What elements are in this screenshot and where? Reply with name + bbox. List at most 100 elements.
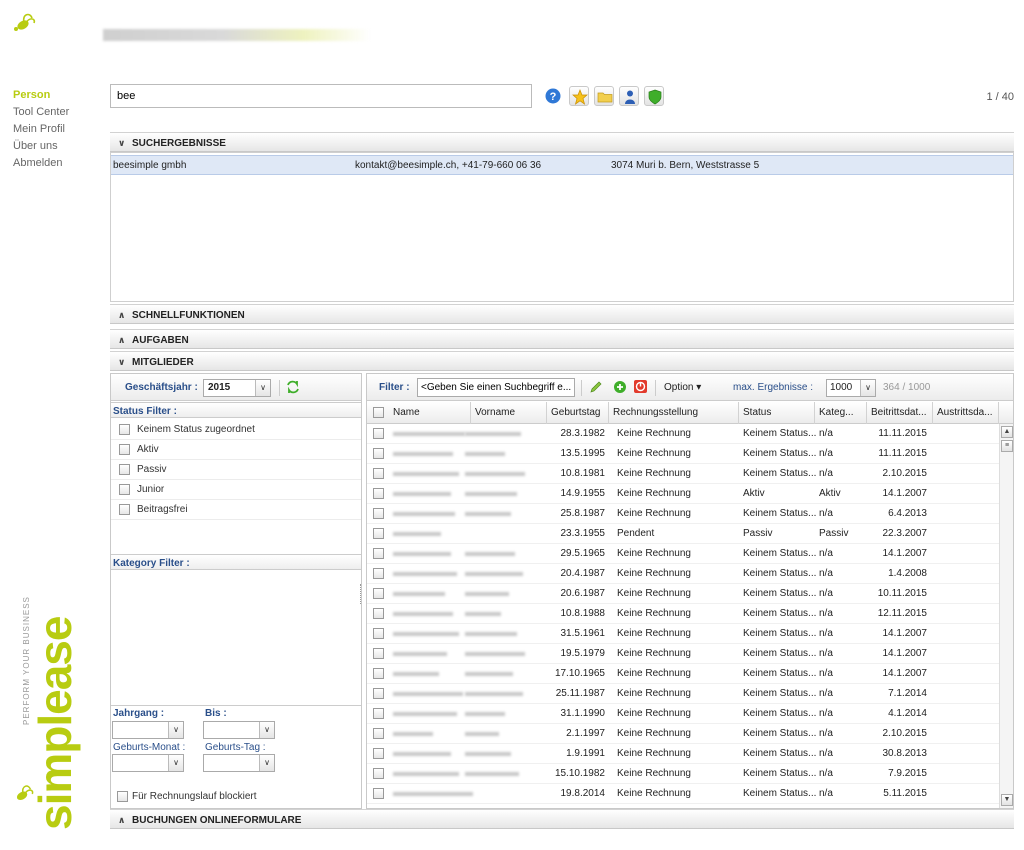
row-checkbox[interactable] xyxy=(373,648,384,659)
result-contact: kontakt@beesimple.ch, +41-79-660 06 36 xyxy=(355,160,542,171)
cell-status: Keinem Status... xyxy=(743,588,817,599)
option-menu[interactable]: Option ▾ xyxy=(664,382,701,393)
status-option[interactable]: Junior xyxy=(111,480,361,500)
checkbox[interactable] xyxy=(119,424,130,435)
select-all-checkbox[interactable] xyxy=(373,407,384,418)
geburts-tag-select[interactable]: ∨ xyxy=(203,754,275,772)
row-checkbox[interactable] xyxy=(373,728,384,739)
checkbox[interactable] xyxy=(119,504,130,515)
folder-icon[interactable] xyxy=(594,86,614,106)
row-checkbox[interactable] xyxy=(373,748,384,759)
max-results-select[interactable]: 1000 ∨ xyxy=(826,379,876,397)
checkbox[interactable] xyxy=(119,444,130,455)
table-row[interactable]: 31.5.1961 Keine Rechnung Keinem Status... n… xyxy=(367,624,999,644)
search-input[interactable] xyxy=(110,84,532,108)
star-icon[interactable] xyxy=(569,86,589,106)
row-checkbox[interactable] xyxy=(373,428,384,439)
table-row[interactable]: 1.9.1991 Keine Rechnung Keinem Status... n/… xyxy=(367,744,999,764)
table-row[interactable]: 29.5.1965 Keine Rechnung Keinem Status... n… xyxy=(367,544,999,564)
panel-schnellfunktionen[interactable]: ∧ SCHNELLFUNKTIONEN xyxy=(110,304,1014,324)
column-header-kategorie[interactable]: Kateg... xyxy=(815,402,867,424)
column-header-beitrittsdatum[interactable]: Beitrittsdat... xyxy=(867,402,933,424)
nav-item-person[interactable]: Person xyxy=(13,88,69,103)
blocked-checkbox[interactable] xyxy=(117,791,128,802)
table-row[interactable]: 25.11.1987 Keine Rechnung Keinem Status...… xyxy=(367,684,999,704)
person-icon[interactable] xyxy=(619,86,639,106)
row-checkbox[interactable] xyxy=(373,488,384,499)
scroll-up-icon[interactable]: ▲ xyxy=(1001,426,1013,438)
cell-status: Keinem Status... xyxy=(743,768,817,779)
redacted-name xyxy=(393,492,451,496)
column-header-austrittsdatum[interactable]: Austrittsda... xyxy=(933,402,999,424)
filter-input[interactable] xyxy=(417,378,575,397)
cell-rechnungsstellung: Keine Rechnung xyxy=(617,648,691,659)
table-scrollbar[interactable]: ▲ ≡ ▼ xyxy=(999,424,1013,808)
search-result-row[interactable]: beesimple gmbh kontakt@beesimple.ch, +41… xyxy=(111,155,1013,175)
cell-kategorie: Aktiv xyxy=(819,488,841,499)
nav-item-tool-center[interactable]: Tool Center xyxy=(13,105,69,120)
panel-aufgaben[interactable]: ∧ AUFGABEN xyxy=(110,329,1014,349)
row-checkbox[interactable] xyxy=(373,588,384,599)
table-row[interactable]: 20.6.1987 Keine Rechnung Keinem Status... n… xyxy=(367,584,999,604)
refresh-icon[interactable] xyxy=(286,380,300,397)
table-row[interactable]: 14.9.1955 Keine Rechnung Aktiv Aktiv 14.1.20… xyxy=(367,484,999,504)
nav-item-abmelden[interactable]: Abmelden xyxy=(13,156,69,171)
row-checkbox[interactable] xyxy=(373,568,384,579)
table-row[interactable]: 19.5.1979 Keine Rechnung Keinem Status... n… xyxy=(367,644,999,664)
panel-buchungen-onlineformulare[interactable]: ∧ BUCHUNGEN ONLINEFORMULARE xyxy=(110,809,1014,829)
nav-item-mein-profil[interactable]: Mein Profil xyxy=(13,122,69,137)
status-option[interactable]: Keinem Status zugeordnet xyxy=(111,420,361,440)
table-row[interactable]: 13.5.1995 Keine Rechnung Keinem Status... n… xyxy=(367,444,999,464)
table-row[interactable]: 15.10.1982 Keine Rechnung Keinem Status...… xyxy=(367,764,999,784)
row-checkbox[interactable] xyxy=(373,548,384,559)
table-row[interactable]: 23.3.1955 Pendent Passiv Passiv 22.3.2007 xyxy=(367,524,999,544)
jahrgang-select[interactable]: ∨ xyxy=(112,721,184,739)
geburts-monat-select[interactable]: ∨ xyxy=(112,754,184,772)
checkbox[interactable] xyxy=(119,484,130,495)
shield-icon[interactable] xyxy=(644,86,664,106)
column-header-rechnungsstellung[interactable]: Rechnungsstellung xyxy=(609,402,739,424)
column-header-status[interactable]: Status xyxy=(739,402,815,424)
table-row[interactable]: 17.10.1965 Keine Rechnung Keinem Status...… xyxy=(367,664,999,684)
table-row[interactable]: 20.4.1987 Keine Rechnung Keinem Status... n… xyxy=(367,564,999,584)
column-header-geburtstag[interactable]: Geburtstag xyxy=(547,402,609,424)
column-header-vorname[interactable]: Vorname xyxy=(471,402,547,424)
redacted-name xyxy=(393,472,459,476)
row-checkbox[interactable] xyxy=(373,768,384,779)
checkbox[interactable] xyxy=(119,464,130,475)
row-checkbox[interactable] xyxy=(373,508,384,519)
scroll-thumb[interactable]: ≡ xyxy=(1001,440,1013,452)
pencil-icon[interactable] xyxy=(589,380,603,397)
bis-select[interactable]: ∨ xyxy=(203,721,275,739)
table-row[interactable]: 25.8.1987 Keine Rechnung Keinem Status... n… xyxy=(367,504,999,524)
row-checkbox[interactable] xyxy=(373,668,384,679)
table-row[interactable]: 10.8.1988 Keine Rechnung Keinem Status... n… xyxy=(367,604,999,624)
panel-mitglieder[interactable]: ∨ MITGLIEDER xyxy=(110,351,1014,371)
table-row[interactable]: 19.8.2014 Keine Rechnung Keinem Status... n… xyxy=(367,784,999,804)
table-row[interactable]: 2.1.1997 Keine Rechnung Keinem Status... n/… xyxy=(367,724,999,744)
row-checkbox[interactable] xyxy=(373,468,384,479)
table-row[interactable]: 28.3.1982 Keine Rechnung Keinem Status... n… xyxy=(367,424,999,444)
table-row[interactable]: 31.1.1990 Keine Rechnung Keinem Status... n… xyxy=(367,704,999,724)
status-option[interactable]: Aktiv xyxy=(111,440,361,460)
resize-handle[interactable] xyxy=(360,584,362,604)
panel-suchergebnisse[interactable]: ∨ SUCHERGEBNISSE xyxy=(110,132,1014,152)
add-icon[interactable] xyxy=(613,380,627,397)
status-option[interactable]: Passiv xyxy=(111,460,361,480)
year-select[interactable]: 2015 ∨ xyxy=(203,379,271,397)
row-checkbox[interactable] xyxy=(373,788,384,799)
row-checkbox[interactable] xyxy=(373,608,384,619)
row-checkbox[interactable] xyxy=(373,448,384,459)
column-header-name[interactable]: Name xyxy=(389,402,471,424)
redacted-vorname xyxy=(465,472,525,476)
help-icon[interactable]: ? xyxy=(543,86,563,106)
remove-icon[interactable] xyxy=(633,379,648,397)
nav-item-ueber-uns[interactable]: Über uns xyxy=(13,139,69,154)
status-option[interactable]: Beitragsfrei xyxy=(111,500,361,520)
row-checkbox[interactable] xyxy=(373,628,384,639)
row-checkbox[interactable] xyxy=(373,528,384,539)
table-row[interactable]: 10.8.1981 Keine Rechnung Keinem Status... n… xyxy=(367,464,999,484)
row-checkbox[interactable] xyxy=(373,688,384,699)
scroll-down-icon[interactable]: ▼ xyxy=(1001,794,1013,806)
row-checkbox[interactable] xyxy=(373,708,384,719)
